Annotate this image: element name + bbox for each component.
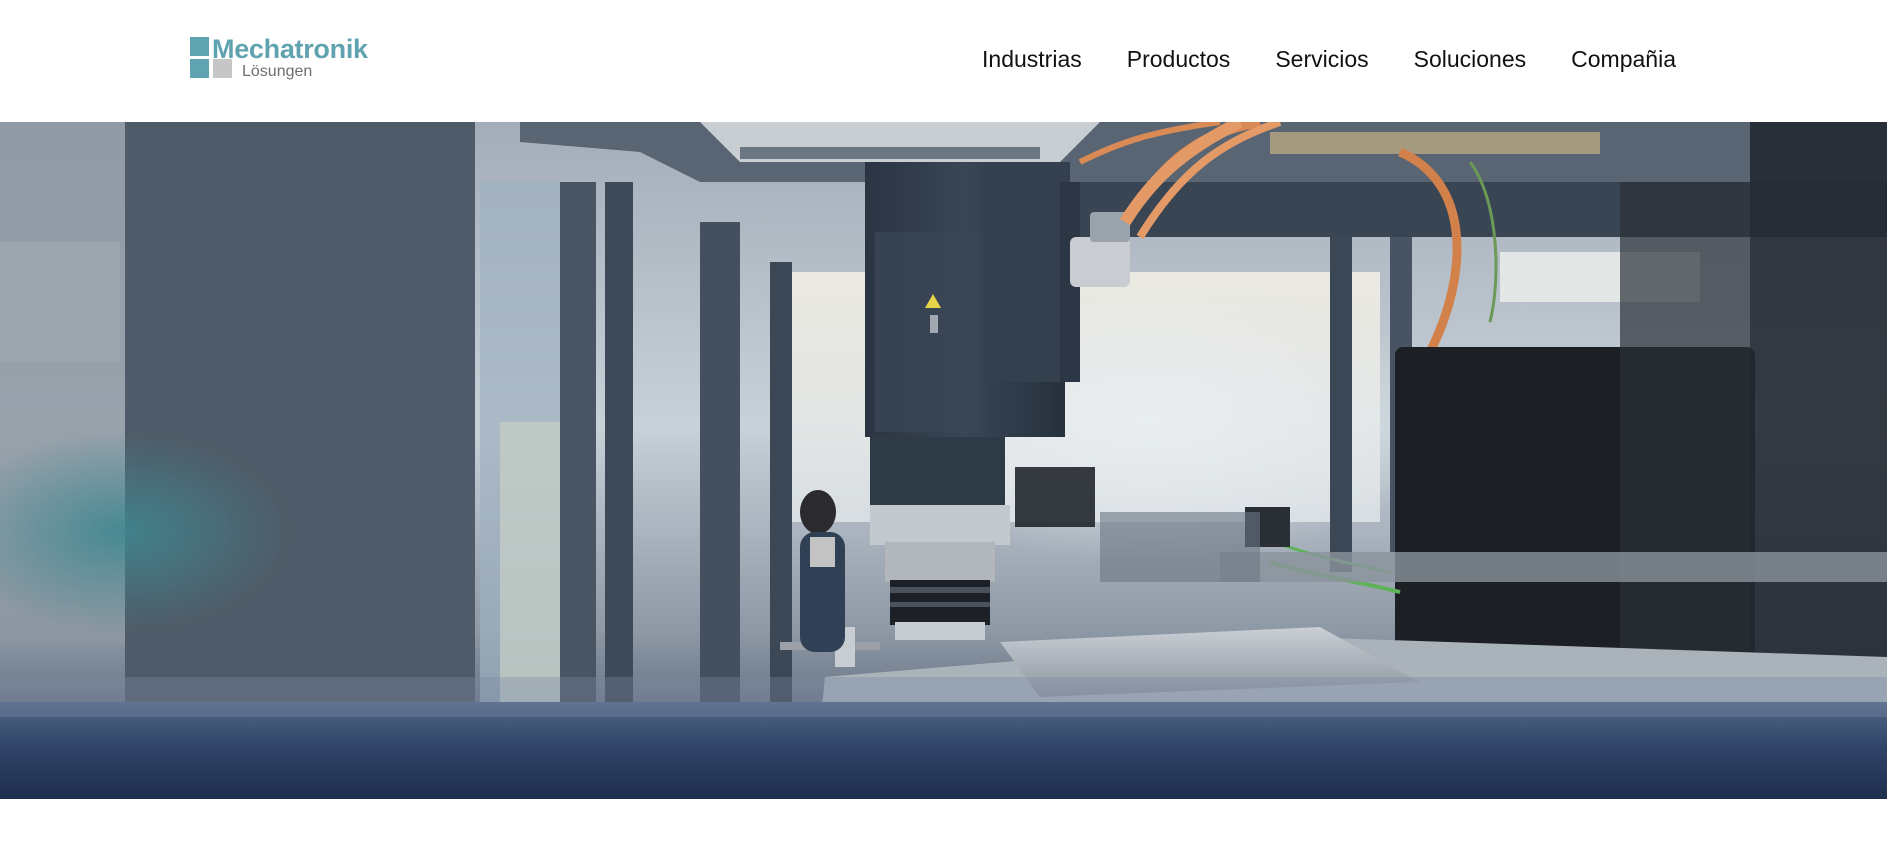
page-body-top [0,799,1887,861]
brand-name: Mechatronik [212,34,368,64]
main-nav: Industrias Productos Servicios Solucione… [982,45,1676,73]
hero-banner [0,122,1887,799]
nav-item-industrias[interactable]: Industrias [982,45,1082,73]
logo-square-icon [190,37,209,56]
nav-item-soluciones[interactable]: Soluciones [1414,45,1527,73]
brand-logo[interactable]: Mechatronik Lösungen [190,34,390,84]
nav-item-compania[interactable]: Compañia [1571,45,1676,73]
site-header: Mechatronik Lösungen Industrias Producto… [0,0,1887,122]
nav-item-servicios[interactable]: Servicios [1275,45,1368,73]
brand-tagline: Lösungen [242,63,313,80]
nav-item-productos[interactable]: Productos [1127,45,1231,73]
logo-square-icon [190,59,209,78]
hero-factory-image [0,122,1887,799]
